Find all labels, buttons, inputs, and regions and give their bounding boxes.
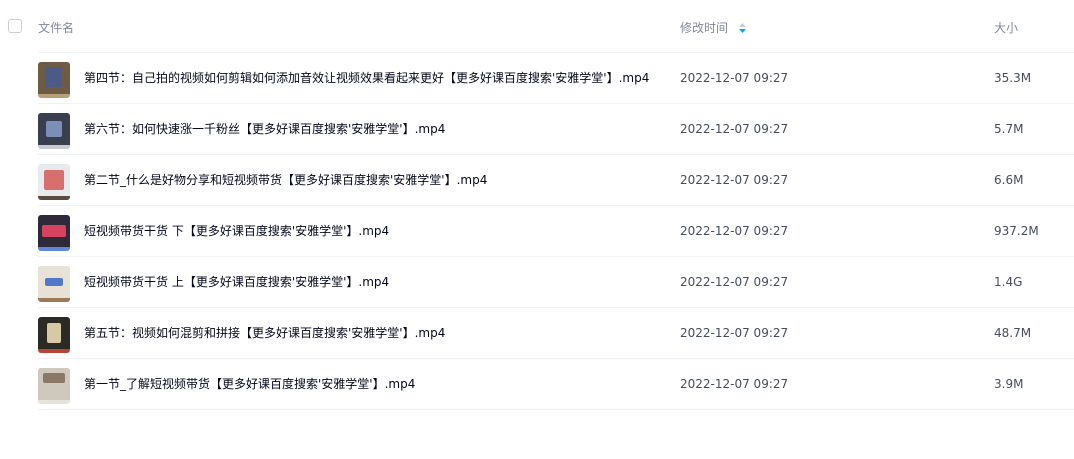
- file-name[interactable]: 第四节：自己拍的视频如何剪辑如何添加音效让视频效果看起来更好【更多好课百度搜索'…: [84, 70, 649, 87]
- file-row[interactable]: 第一节_了解短视频带货【更多好课百度搜索'安雅学堂'】.mp4 2022-12-…: [0, 359, 1074, 410]
- file-modified-time: 2022-12-07 09:27: [680, 275, 789, 289]
- file-size: 937.2M: [994, 224, 1039, 238]
- video-thumbnail-icon: [38, 215, 70, 251]
- thumb-accent: [42, 225, 66, 237]
- file-size: 48.7M: [994, 326, 1032, 340]
- thumb-accent: [45, 67, 62, 87]
- thumb-accent: [47, 323, 61, 343]
- file-row[interactable]: 第四节：自己拍的视频如何剪辑如何添加音效让视频效果看起来更好【更多好课百度搜索'…: [0, 53, 1074, 104]
- video-thumbnail-icon: [38, 317, 70, 353]
- file-name[interactable]: 短视频带货干货 下【更多好课百度搜索'安雅学堂'】.mp4: [84, 223, 389, 240]
- file-modified-time: 2022-12-07 09:27: [680, 224, 789, 238]
- file-size: 3.9M: [994, 377, 1024, 391]
- file-modified-time: 2022-12-07 09:27: [680, 173, 789, 187]
- file-name[interactable]: 第一节_了解短视频带货【更多好课百度搜索'安雅学堂'】.mp4: [84, 376, 415, 393]
- thumb-accent: [43, 373, 65, 383]
- file-modified-time: 2022-12-07 09:27: [680, 122, 789, 136]
- file-row[interactable]: 第五节：视频如何混剪和拼接【更多好课百度搜索'安雅学堂'】.mp4 2022-1…: [0, 308, 1074, 359]
- file-row[interactable]: 短视频带货干货 上【更多好课百度搜索'安雅学堂'】.mp4 2022-12-07…: [0, 257, 1074, 308]
- file-modified-time: 2022-12-07 09:27: [680, 71, 789, 85]
- video-thumbnail-icon: [38, 164, 70, 200]
- file-row[interactable]: 第二节_什么是好物分享和短视频带货【更多好课百度搜索'安雅学堂'】.mp4 20…: [0, 155, 1074, 206]
- file-name[interactable]: 短视频带货干货 上【更多好课百度搜索'安雅学堂'】.mp4: [84, 274, 389, 291]
- file-size: 1.4G: [994, 275, 1023, 289]
- file-size: 5.7M: [994, 122, 1024, 136]
- column-header-filename[interactable]: 文件名: [38, 20, 74, 36]
- video-thumbnail-icon: [38, 368, 70, 404]
- file-name[interactable]: 第二节_什么是好物分享和短视频带货【更多好课百度搜索'安雅学堂'】.mp4: [84, 172, 487, 189]
- thumb-accent: [46, 121, 62, 137]
- thumb-accent: [45, 278, 63, 286]
- file-size: 6.6M: [994, 173, 1024, 187]
- row-divider: [38, 409, 1074, 410]
- file-row[interactable]: 短视频带货干货 下【更多好课百度搜索'安雅学堂'】.mp4 2022-12-07…: [0, 206, 1074, 257]
- select-all-checkbox[interactable]: [8, 19, 22, 33]
- file-row[interactable]: 第六节：如何快速涨一千粉丝【更多好课百度搜索'安雅学堂'】.mp4 2022-1…: [0, 104, 1074, 155]
- video-thumbnail-icon: [38, 113, 70, 149]
- file-list: 文件名 修改时间 大小 第四节：自己拍的视频如何剪辑如何添加音效让视频效果看起来…: [0, 0, 1074, 459]
- file-modified-time: 2022-12-07 09:27: [680, 377, 789, 391]
- thumb-accent: [44, 170, 64, 190]
- sort-up-icon: [739, 23, 746, 27]
- video-thumbnail-icon: [38, 62, 70, 98]
- column-header-modified-time[interactable]: 修改时间: [680, 20, 728, 36]
- file-size: 35.3M: [994, 71, 1032, 85]
- sort-down-icon: [739, 29, 746, 33]
- file-name[interactable]: 第五节：视频如何混剪和拼接【更多好课百度搜索'安雅学堂'】.mp4: [84, 325, 445, 342]
- file-list-header: 文件名 修改时间 大小: [0, 0, 1074, 54]
- sort-icon[interactable]: [738, 20, 747, 36]
- file-name[interactable]: 第六节：如何快速涨一千粉丝【更多好课百度搜索'安雅学堂'】.mp4: [84, 121, 445, 138]
- file-modified-time: 2022-12-07 09:27: [680, 326, 789, 340]
- video-thumbnail-icon: [38, 266, 70, 302]
- column-header-size[interactable]: 大小: [994, 20, 1018, 36]
